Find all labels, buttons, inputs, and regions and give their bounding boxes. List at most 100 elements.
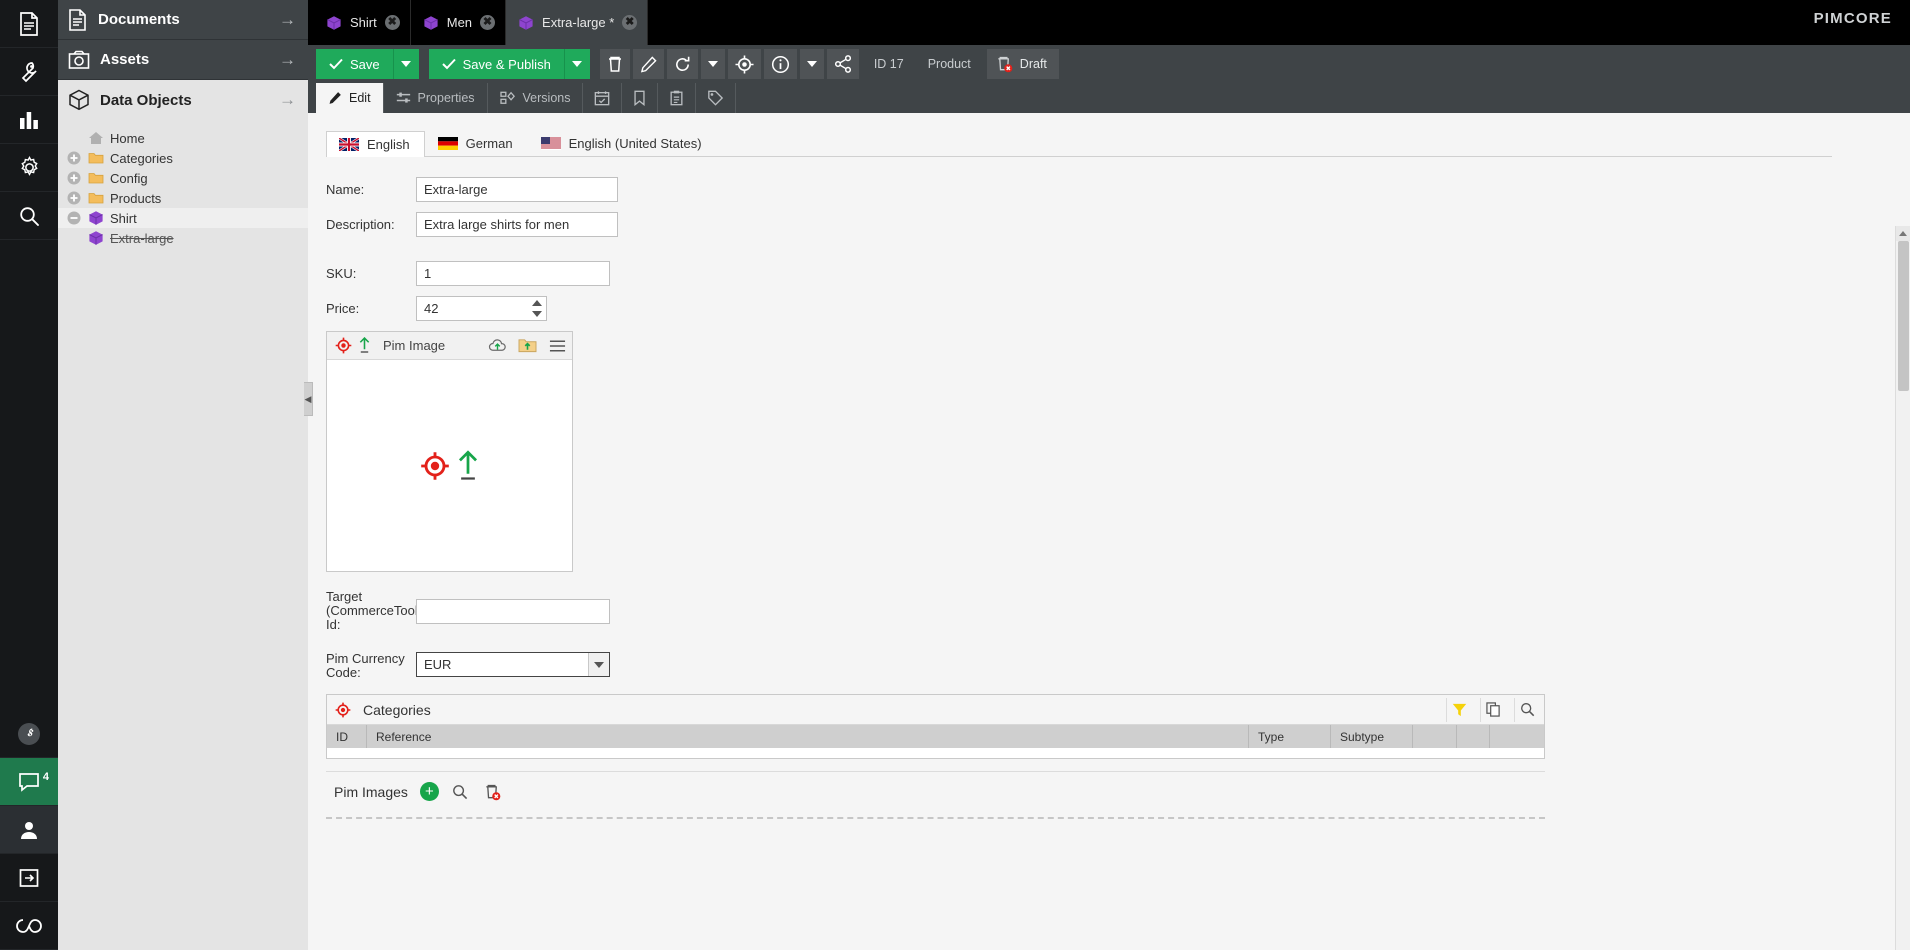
tree-collapse-handle[interactable]: ◀ [304,382,313,416]
upload-cloud-button[interactable] [485,335,509,357]
rail-item-documents[interactable] [0,0,58,48]
draft-status-badge[interactable]: Draft [986,49,1059,79]
tree-node-config[interactable]: Config [58,168,308,188]
tree-node-shirt[interactable]: Shirt [58,208,308,228]
search-image-button[interactable] [448,781,472,803]
collapse-minus-icon[interactable] [66,210,82,226]
chevron-down-icon[interactable] [531,310,542,317]
tab-properties[interactable]: Properties [384,83,488,113]
price-spin-arrows[interactable] [530,298,543,319]
tree-node-products[interactable]: Products [58,188,308,208]
grid-col-type[interactable]: Type [1249,725,1331,748]
rail-item-settings[interactable] [0,144,58,192]
doctab-shirt[interactable]: Shirt ✖ [314,0,411,45]
object-id-label: ID 17 [873,57,904,71]
doctab-men[interactable]: Men ✖ [411,0,507,45]
tab-tag[interactable] [696,83,737,113]
pim-image-menu-button[interactable] [545,335,569,357]
add-image-button[interactable]: + [419,782,439,801]
currency-select-value[interactable] [416,652,610,677]
grid-col-extra-3[interactable] [1490,725,1544,748]
grid-col-id[interactable]: ID [327,725,367,748]
tab-edit[interactable]: Edit [316,83,384,113]
expand-plus-icon[interactable] [66,170,82,186]
langtab-english[interactable]: English [326,131,425,157]
tree-panel: Documents → Assets → Data Objects → Home… [58,0,308,950]
tree-section-documents[interactable]: Documents → [58,0,308,40]
tab-clipboard[interactable] [658,83,697,113]
chevron-right-icon[interactable]: → [279,90,296,110]
chevron-right-icon[interactable]: → [279,50,296,70]
save-publish-button[interactable]: Save & Publish [428,49,564,79]
share-button[interactable] [826,49,859,79]
rail-item-infinity[interactable] [0,902,58,950]
scrollbar-thumb[interactable] [1898,241,1909,391]
expand-plus-icon[interactable] [66,150,82,166]
close-icon[interactable]: ✖ [480,15,496,30]
langtab-german[interactable]: German [425,130,528,156]
chevron-up-icon[interactable] [531,300,542,307]
rail-bottom-group: 4 [0,710,58,950]
save-publish-menu-button[interactable] [563,49,590,79]
rail-item-search[interactable] [0,192,58,240]
tree-section-label: Data Objects [100,91,192,109]
tab-bookmark[interactable] [622,83,659,113]
pencil-icon [329,92,341,104]
filter-button[interactable] [1446,697,1472,722]
close-icon[interactable]: ✖ [384,15,400,30]
save-button[interactable]: Save [316,49,393,79]
name-input[interactable] [416,177,618,202]
target-button[interactable] [727,49,761,79]
grid-col-extra-2[interactable] [1457,725,1490,748]
sku-input[interactable] [416,261,610,286]
copy-button[interactable] [1480,697,1506,722]
delete-image-button[interactable] [481,781,505,803]
cube-icon [89,211,103,225]
save-menu-button[interactable] [392,49,419,79]
tab-schedule[interactable] [583,83,623,113]
symfony-icon [18,722,40,745]
tree-section-assets[interactable]: Assets → [58,40,308,80]
tree-node-categories[interactable]: Categories [58,148,308,168]
content-scrollbar[interactable] [1895,226,1910,950]
language-tabs: English German English (United States) [326,131,1832,157]
open-folder-button[interactable] [515,335,539,357]
chevron-right-icon[interactable]: → [279,10,296,30]
tree-node-extra-large[interactable]: Extra-large [58,228,308,248]
rail-item-user[interactable] [0,806,58,854]
currency-label: Pim Currency Code: [326,650,416,680]
pim-images-dropzone[interactable] [326,817,1545,819]
delete-button[interactable] [599,49,630,79]
langtab-label: English (United States) [568,135,702,151]
price-input[interactable] [416,296,547,321]
description-input[interactable] [416,212,618,237]
grid-col-reference[interactable]: Reference [367,725,1249,748]
tab-versions[interactable]: Versions [488,83,584,113]
reload-button[interactable] [666,49,698,79]
pim-image-title: Pim Image [383,338,446,353]
reload-menu-button[interactable] [700,49,725,79]
rail-item-reports[interactable] [0,96,58,144]
rename-button[interactable] [632,49,664,79]
tree-section-data-objects[interactable]: Data Objects → [58,80,308,120]
currency-select[interactable] [416,652,610,677]
grid-col-extra-1[interactable] [1413,725,1457,748]
doctab-extra-large[interactable]: Extra-large * ✖ [506,0,649,45]
grid-col-subtype[interactable]: Subtype [1331,725,1413,748]
tree-node-home[interactable]: Home [58,128,308,148]
rail-item-logout[interactable] [0,854,58,902]
rail-item-symfony[interactable] [0,710,58,758]
expand-plus-icon[interactable] [66,190,82,206]
close-icon[interactable]: ✖ [622,15,638,30]
info-menu-button[interactable] [799,49,824,79]
currency-select-arrow[interactable] [588,653,609,676]
langtab-english-us[interactable]: English (United States) [528,130,717,156]
pim-image-dropzone[interactable] [327,360,572,571]
target-id-input[interactable] [416,599,610,624]
rail-item-messages[interactable]: 4 [0,758,58,806]
rail-item-tools[interactable] [0,48,58,96]
scroll-up-button[interactable] [1896,226,1910,241]
search-button[interactable] [1514,697,1540,722]
info-button[interactable] [763,49,797,79]
